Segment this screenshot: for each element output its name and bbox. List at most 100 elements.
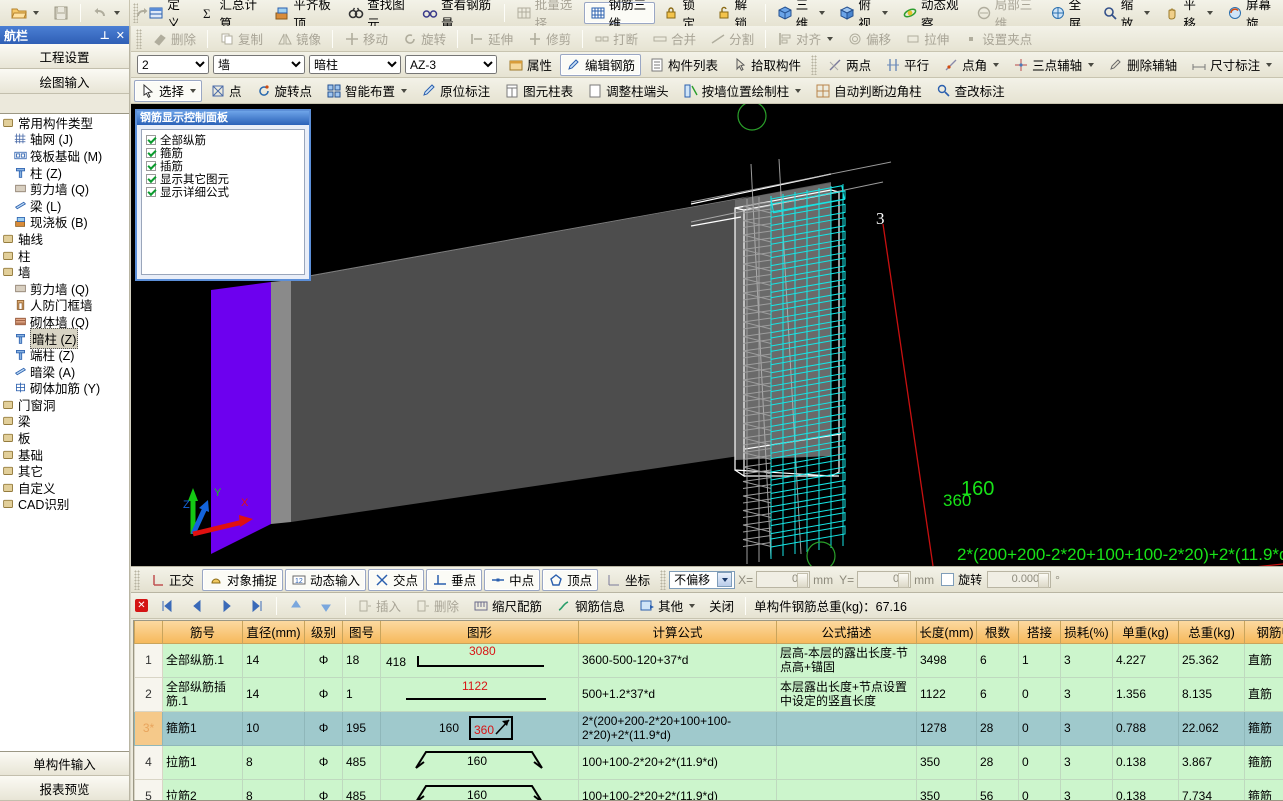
first-record-button[interactable] — [153, 595, 181, 617]
edit-rebar-button[interactable]: 编辑钢筋 — [560, 53, 642, 76]
cell-name[interactable]: 拉筋1 — [162, 744, 243, 780]
chevron-down-icon[interactable] — [1206, 11, 1213, 15]
view-rebar-qty-button[interactable]: 查看钢筋量 — [416, 0, 499, 31]
unlock-button[interactable]: 解锁 — [710, 0, 760, 31]
offset-mode-select[interactable]: 不偏移 — [669, 570, 736, 589]
chevron-down-icon[interactable] — [795, 88, 802, 93]
perpendicular-button[interactable]: 垂点 — [426, 568, 483, 591]
toolbar-grip[interactable] — [811, 54, 818, 75]
top-view-button[interactable]: 俯视 — [833, 0, 894, 31]
cell-class[interactable]: 箍筋 — [1244, 710, 1283, 746]
properties-button[interactable]: 属性 — [502, 54, 558, 76]
column-header-dia[interactable]: 直径(mm) — [242, 621, 305, 644]
dynamic-observe-button[interactable]: 动态观察 — [896, 0, 968, 31]
chevron-down-icon[interactable] — [1144, 11, 1151, 15]
smart-layout-button[interactable]: 智能布置 — [320, 80, 413, 102]
cell-unitw[interactable]: 1.356 — [1112, 676, 1179, 712]
cell-len[interactable]: 3498 — [916, 642, 977, 678]
close-button[interactable]: 关闭 — [703, 595, 740, 617]
tree-item-3[interactable]: 柱 (Z) — [0, 164, 129, 181]
table-row[interactable]: 1 全部纵筋.1 14 Φ 18 418 3080 3600-500-120+37*d 层高-本… — [134, 642, 1283, 678]
draw-column-by-wall-button[interactable]: 按墙位置绘制柱 — [677, 80, 808, 102]
column-header-count[interactable]: 根数 — [976, 621, 1019, 644]
tree-item-20[interactable]: 基础 — [0, 446, 129, 463]
x-input[interactable]: 0 — [756, 571, 811, 588]
cell-formula[interactable]: 100+100-2*20+2*(11.9*d) — [578, 778, 777, 800]
category-selector[interactable]: 墙 — [213, 55, 305, 74]
adjust-column-end-button[interactable]: 调整柱端头 — [581, 80, 675, 102]
cell-idx[interactable]: 5 — [134, 778, 163, 800]
close-icon[interactable]: ✕ — [116, 29, 125, 42]
find-element-button[interactable]: 查找图元 — [342, 0, 414, 31]
chevron-down-icon[interactable] — [993, 62, 1000, 67]
column-header-lap[interactable]: 搭接 — [1018, 621, 1061, 644]
chevron-down-icon[interactable] — [717, 572, 733, 587]
3d-viewport[interactable]: 3 3 160 360 2*(200+200-2*20+100+100-2*20… — [131, 104, 1283, 566]
cell-loss[interactable]: 3 — [1060, 778, 1113, 800]
cell-shapeno[interactable]: 1 — [342, 676, 381, 712]
cell-desc[interactable] — [776, 744, 917, 780]
chevron-down-icon[interactable] — [190, 88, 197, 93]
checkbox[interactable] — [146, 160, 156, 171]
cell-unitw[interactable]: 0.138 — [1112, 778, 1179, 800]
cell-unitw[interactable]: 0.788 — [1112, 710, 1179, 746]
extend-button[interactable]: 延伸 — [463, 28, 519, 50]
cell-len[interactable]: 1122 — [916, 676, 977, 712]
column-header-shapeno[interactable]: 图号 — [342, 621, 381, 644]
type-selector[interactable]: 暗柱 — [309, 55, 401, 74]
cell-totalw[interactable]: 8.135 — [1178, 676, 1245, 712]
chevron-down-icon[interactable] — [827, 36, 834, 41]
cell-grade[interactable]: Φ — [304, 744, 343, 780]
nav-button-project-settings[interactable]: 工程设置 — [0, 44, 129, 69]
toolbar-grip[interactable] — [136, 28, 142, 49]
cell-totalw[interactable]: 25.362 — [1178, 642, 1245, 678]
component-tree[interactable]: 常用构件类型 轴网 (J) 筏板基础 (M) 柱 (Z) 剪力墙 (Q) 梁 (L) 现浇板… — [0, 113, 129, 755]
pan-button[interactable]: 平移 — [1158, 0, 1219, 31]
tree-item-6[interactable]: 现浇板 (B) — [0, 214, 129, 230]
three-d-button[interactable]: 三维 — [771, 0, 832, 31]
cell-name[interactable]: 箍筋1 — [162, 710, 243, 746]
full-screen-button[interactable]: 全屏 — [1044, 0, 1094, 31]
cell-grade[interactable]: Φ — [304, 642, 343, 678]
tree-item-9[interactable]: 墙 — [0, 263, 129, 280]
cell-shapeno[interactable]: 195 — [342, 710, 381, 746]
coordinate-button[interactable]: 坐标 — [600, 569, 656, 591]
chevron-down-icon[interactable] — [401, 88, 408, 93]
cell-count[interactable]: 56 — [976, 778, 1019, 800]
delete-aux-axis-button[interactable]: 删除辅轴 — [1102, 54, 1183, 76]
move-up-button[interactable] — [282, 595, 310, 617]
cell-dia[interactable]: 8 — [242, 778, 305, 800]
component-list-button[interactable]: 构件列表 — [643, 54, 724, 76]
midpoint-button[interactable]: 中点 — [484, 568, 541, 591]
cell-totalw[interactable]: 3.867 — [1178, 744, 1245, 780]
cell-len[interactable]: 350 — [916, 744, 977, 780]
cell-name[interactable]: 全部纵筋.1 — [162, 642, 243, 678]
dynamic-input-button[interactable]: 12 动态输入 — [285, 568, 367, 591]
tree-item-13[interactable]: 暗柱 (Z) — [0, 327, 129, 349]
cell-totalw[interactable]: 7.734 — [1178, 778, 1245, 800]
cell-len[interactable]: 350 — [916, 778, 977, 800]
tree-item-1[interactable]: 轴网 (J) — [0, 131, 129, 147]
cell-grade[interactable]: Φ — [304, 676, 343, 712]
y-input[interactable]: 0 — [857, 571, 912, 588]
cell-formula[interactable]: 2*(200+200-2*20+100+100-2*20)+2*(11.9*d) — [578, 710, 777, 746]
cell-loss[interactable]: 3 — [1060, 710, 1113, 746]
cell-count[interactable]: 28 — [976, 710, 1019, 746]
rebar-option-4[interactable]: 显示详细公式 — [146, 185, 304, 199]
checkbox[interactable] — [146, 173, 156, 184]
cell-count[interactable]: 6 — [976, 642, 1019, 678]
chevron-down-icon[interactable] — [1266, 62, 1273, 67]
rebar-info-button[interactable]: 钢筋信息 — [550, 595, 631, 617]
table-row[interactable]: 2 全部纵筋插筋.1 14 Φ 1 1122 500+1.2*37*d 本层露出长度+节点设置… — [134, 676, 1283, 712]
cell-len[interactable]: 1278 — [916, 710, 977, 746]
rotate-point-button[interactable]: 旋转点 — [250, 80, 319, 102]
cell-unitw[interactable]: 4.227 — [1112, 642, 1179, 678]
cell-formula[interactable]: 500+1.2*37*d — [578, 676, 777, 712]
move-button[interactable]: 移动 — [338, 28, 394, 50]
delete-button[interactable]: 删除 — [146, 28, 202, 50]
tree-item-19[interactable]: 板 — [0, 429, 129, 446]
cell-grade[interactable]: Φ — [304, 710, 343, 746]
column-header-name[interactable]: 筋号 — [162, 621, 243, 644]
cell-desc[interactable] — [776, 710, 917, 746]
cell-unitw[interactable]: 0.138 — [1112, 744, 1179, 780]
